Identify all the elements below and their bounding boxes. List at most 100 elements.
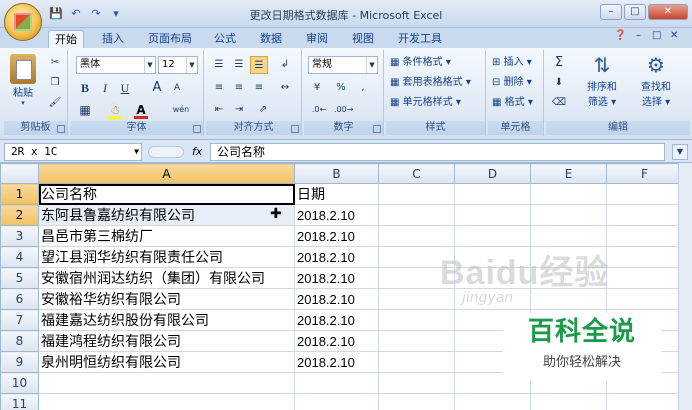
formula-bar-splitter[interactable] (148, 146, 184, 158)
cell[interactable] (378, 393, 455, 410)
vertical-scrollbar[interactable] (678, 163, 692, 410)
fill-icon[interactable]: ⬇ (550, 74, 568, 92)
cell-a3[interactable]: 昌邑市第三棉纺厂 (38, 225, 295, 247)
alignment-launcher-icon[interactable] (291, 125, 299, 133)
cell-a11[interactable] (38, 393, 295, 410)
column-header-f[interactable]: F (606, 163, 683, 184)
cell[interactable] (454, 204, 531, 226)
font-launcher-icon[interactable] (193, 125, 201, 133)
shrink-font-button[interactable]: A (168, 79, 186, 97)
cell-b6[interactable]: 2018.2.10 (294, 288, 379, 310)
ribbon-close-icon[interactable]: ✕ (670, 30, 678, 41)
cut-icon[interactable]: ✂ (46, 54, 64, 72)
column-header-d[interactable]: D (454, 163, 531, 184)
cell-b4[interactable]: 2018.2.10 (294, 246, 379, 268)
name-box[interactable]: 2R x 1C ▼ (4, 143, 142, 161)
font-size-select[interactable]: 12 ▼ (158, 56, 198, 74)
minimize-button[interactable]: – (600, 4, 622, 20)
cell[interactable] (454, 225, 531, 247)
cell-b11[interactable] (294, 393, 379, 410)
cell[interactable] (606, 204, 683, 226)
cell-b8[interactable]: 2018.2.10 (294, 330, 379, 352)
cell-b1[interactable]: 日期 (294, 183, 379, 205)
format-cells-button[interactable]: ▦ 格式 ▾ (492, 94, 533, 112)
cell[interactable] (378, 309, 455, 331)
borders-icon[interactable]: ▦ (76, 101, 94, 119)
font-name-select[interactable]: 黑体 ▼ (76, 56, 156, 74)
expand-formula-bar-icon[interactable]: ▼ (672, 144, 688, 160)
format-painter-icon[interactable]: 🖌 (46, 94, 64, 112)
format-as-table-button[interactable]: ▦ 套用表格格式 ▾ (390, 74, 471, 92)
cell-styles-button[interactable]: ▦ 单元格样式 ▾ (390, 94, 461, 112)
tab-review[interactable]: 审阅 (300, 30, 334, 48)
cell-b2[interactable]: 2018.2.10 (294, 204, 379, 226)
phonetic-button[interactable]: wén (168, 101, 194, 119)
tab-data[interactable]: 数据 (254, 30, 288, 48)
select-all-corner[interactable] (0, 163, 39, 184)
help-icon[interactable]: ❓ (614, 30, 626, 41)
cell[interactable] (454, 183, 531, 205)
align-middle-icon[interactable]: ☰ (230, 56, 248, 74)
tab-page-layout[interactable]: 页面布局 (142, 30, 198, 48)
increase-decimal-icon[interactable]: .0← (310, 101, 328, 119)
bold-button[interactable]: B (76, 79, 94, 97)
row-header[interactable]: 7 (0, 309, 39, 331)
cell[interactable] (606, 393, 683, 410)
align-bottom-icon[interactable]: ☰ (250, 56, 268, 74)
ribbon-minimize-icon[interactable]: – (636, 30, 641, 41)
ribbon-restore-icon[interactable]: □ (652, 30, 661, 41)
row-header[interactable]: 3 (0, 225, 39, 247)
cell-a4[interactable]: 望江县润华纺织有限责任公司 (38, 246, 295, 268)
italic-button[interactable]: I (96, 79, 114, 97)
cell[interactable] (378, 330, 455, 352)
percent-button[interactable]: % (332, 79, 350, 97)
align-center-icon[interactable]: ≡ (230, 79, 248, 97)
decrease-indent-icon[interactable]: ⇤ (210, 101, 228, 119)
cell-b10[interactable] (294, 372, 379, 394)
cell[interactable] (378, 372, 455, 394)
cell[interactable] (530, 183, 607, 205)
row-header[interactable]: 2 (0, 204, 39, 226)
cell[interactable] (606, 246, 683, 268)
close-button[interactable]: ✕ (648, 4, 688, 20)
cell-b7[interactable]: 2018.2.10 (294, 309, 379, 331)
clear-icon[interactable]: ⌫ (550, 94, 568, 112)
find-select-button[interactable]: ⚙ 查找和 选择 ▾ (632, 52, 680, 108)
align-left-icon[interactable]: ≡ (210, 79, 228, 97)
row-header[interactable]: 6 (0, 288, 39, 310)
cell-b9[interactable]: 2018.2.10 (294, 351, 379, 373)
column-header-e[interactable]: E (530, 163, 607, 184)
tab-developer[interactable]: 开发工具 (392, 30, 448, 48)
cell[interactable] (606, 288, 683, 310)
align-right-icon[interactable]: ≡ (250, 79, 268, 97)
row-header[interactable]: 5 (0, 267, 39, 289)
cell-a2[interactable]: 东阿县鲁嘉纺织有限公司 (38, 204, 295, 226)
wrap-text-icon[interactable]: ↲ (276, 56, 294, 74)
row-header[interactable]: 11 (0, 393, 39, 410)
cell-b3[interactable]: 2018.2.10 (294, 225, 379, 247)
delete-cells-button[interactable]: ⊟ 删除 ▾ (492, 74, 532, 92)
cell[interactable] (530, 393, 607, 410)
cell[interactable] (378, 225, 455, 247)
insert-function-button[interactable]: fx (192, 145, 202, 158)
cell[interactable] (378, 204, 455, 226)
cell-a8[interactable]: 福建鸿程纺织有限公司 (38, 330, 295, 352)
align-top-icon[interactable]: ☰ (210, 56, 228, 74)
cell[interactable] (606, 267, 683, 289)
tab-home[interactable]: 开始 (48, 30, 84, 48)
row-header[interactable]: 4 (0, 246, 39, 268)
cell[interactable] (454, 393, 531, 410)
cell-a10[interactable] (38, 372, 295, 394)
cell[interactable] (606, 225, 683, 247)
number-launcher-icon[interactable] (373, 125, 381, 133)
orientation-icon[interactable]: ⇗ (254, 101, 272, 119)
cell-a7[interactable]: 福建嘉达纺织股份有限公司 (38, 309, 295, 331)
tab-view[interactable]: 视图 (346, 30, 380, 48)
copy-icon[interactable]: ❐ (46, 74, 64, 92)
row-header[interactable]: 9 (0, 351, 39, 373)
maximize-button[interactable]: □ (624, 4, 646, 20)
cell[interactable] (606, 183, 683, 205)
cell[interactable] (530, 225, 607, 247)
autosum-button[interactable]: Σ (550, 54, 568, 72)
row-header[interactable]: 1 (0, 183, 39, 205)
